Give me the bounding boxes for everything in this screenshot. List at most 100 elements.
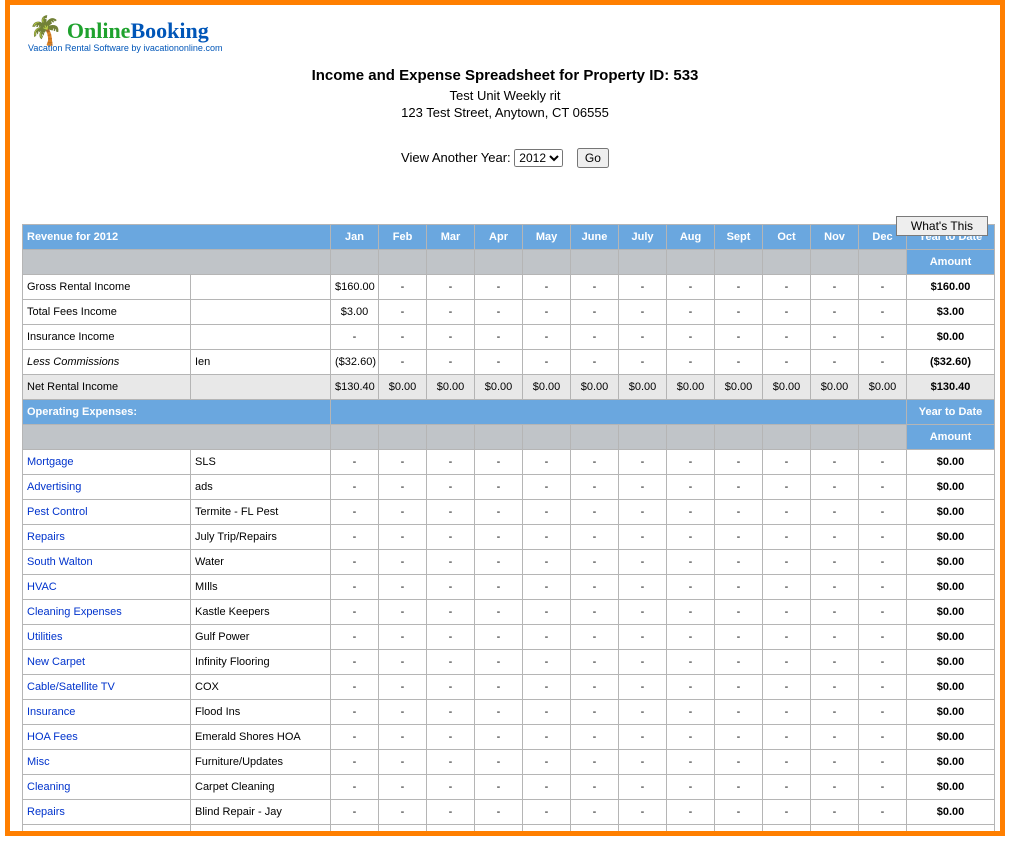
cell: - [523,800,571,825]
cell: - [523,650,571,675]
cell: - [571,725,619,750]
cell: - [811,475,859,500]
go-button[interactable]: Go [577,148,609,168]
expense-label[interactable]: Mortgage [23,450,191,475]
cell: - [379,550,427,575]
cell: $0.00 [763,375,811,400]
cell: - [427,275,475,300]
cell: $0.00 [811,375,859,400]
cell: - [427,475,475,500]
cell: - [475,675,523,700]
cell [379,425,427,450]
expense-label[interactable]: Repairs [23,800,191,825]
cell: - [331,575,379,600]
cell: - [619,650,667,675]
expense-label[interactable]: New Carpet [23,650,191,675]
cell: - [427,525,475,550]
cell: - [523,300,571,325]
cell [619,250,667,275]
revenue-label: Less Commissions [23,350,191,375]
expense-label[interactable]: Cable/Satellite TV [23,675,191,700]
cell: - [523,675,571,700]
cell [475,250,523,275]
cell: - [475,750,523,775]
cell: - [667,750,715,775]
palm-icon: 🌴 [28,17,63,45]
cell: - [859,300,907,325]
address: 123 Test Street, Anytown, CT 06555 [22,105,988,120]
cell: - [619,575,667,600]
cell [23,425,331,450]
revenue-sub [191,300,331,325]
expense-label[interactable]: Mortgage [23,825,191,837]
cell: - [811,675,859,700]
expense-ytd: $0.00 [907,500,995,525]
cell: - [859,275,907,300]
expense-label[interactable]: Cleaning [23,775,191,800]
cell: - [667,275,715,300]
cell: - [715,350,763,375]
expense-label[interactable]: Pest Control [23,500,191,525]
cell: - [811,650,859,675]
cell: - [379,575,427,600]
whats-this-button[interactable]: What's This [896,216,988,236]
month-header: Oct [763,225,811,250]
cell: - [331,600,379,625]
cell: - [715,775,763,800]
cell: - [859,725,907,750]
expense-ytd: $0.00 [907,550,995,575]
cell: - [379,325,427,350]
cell: - [859,500,907,525]
cell: - [331,825,379,837]
revenue-sub [191,275,331,300]
cell [523,425,571,450]
expense-sub: Blind Repair - Jay [191,800,331,825]
cell: - [571,750,619,775]
cell: - [427,675,475,700]
expense-ytd: $0.00 [907,525,995,550]
cell: - [571,800,619,825]
cell [667,425,715,450]
cell [715,425,763,450]
cell: - [667,625,715,650]
cell: - [331,500,379,525]
expense-sub: Flood Ins [191,700,331,725]
cell: - [427,800,475,825]
cell: - [475,475,523,500]
cell: - [811,350,859,375]
expense-label[interactable]: South Walton [23,550,191,575]
cell: - [715,325,763,350]
month-header: Apr [475,225,523,250]
cell: - [667,500,715,525]
expense-label[interactable]: Utilities [23,625,191,650]
expense-sub: Kastle Keepers [191,600,331,625]
cell: - [859,450,907,475]
cell: - [379,450,427,475]
cell: - [667,550,715,575]
cell: - [475,575,523,600]
expense-label[interactable]: Repairs [23,525,191,550]
cell-jan: $3.00 [331,300,379,325]
expense-label[interactable]: Misc [23,750,191,775]
ytd-cell: $0.00 [907,325,995,350]
cell: - [715,825,763,837]
cell: - [331,800,379,825]
cell: - [619,750,667,775]
year-select[interactable]: 2012 [514,149,563,167]
expense-ytd: $0.00 [907,775,995,800]
cell: - [859,700,907,725]
expense-ytd: $0.00 [907,750,995,775]
cell: - [475,600,523,625]
cell: - [427,700,475,725]
cell [571,250,619,275]
cell: - [475,525,523,550]
cell: - [763,650,811,675]
cell [811,250,859,275]
expense-label[interactable]: HVAC [23,575,191,600]
expense-label[interactable]: HOA Fees [23,725,191,750]
expense-label[interactable]: Cleaning Expenses [23,600,191,625]
cell: - [619,275,667,300]
expense-label[interactable]: Advertising [23,475,191,500]
cell: - [619,775,667,800]
expense-label[interactable]: Insurance [23,700,191,725]
